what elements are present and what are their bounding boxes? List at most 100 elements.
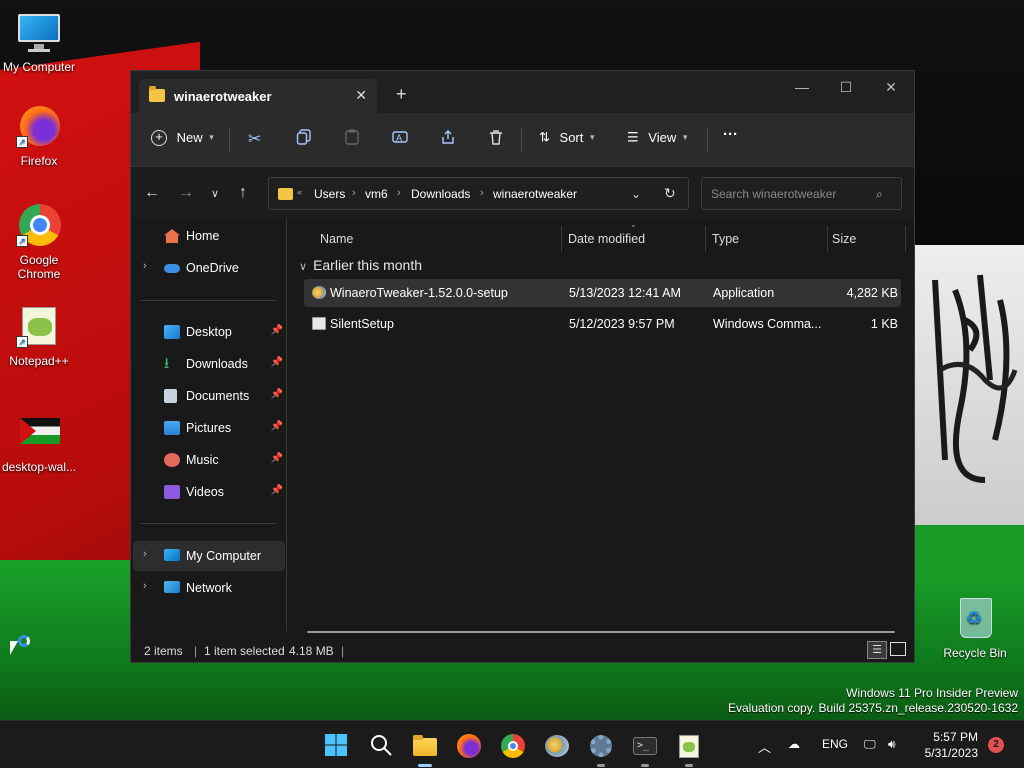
- search-box[interactable]: Search winaerotweaker ⌕: [701, 177, 902, 210]
- sidebar-item-onedrive[interactable]: › OneDrive: [133, 253, 285, 283]
- pin-icon[interactable]: 📌: [271, 325, 283, 336]
- view-button[interactable]: ☰ View ▾: [627, 129, 687, 146]
- more-options-icon[interactable]: ···: [723, 126, 738, 143]
- details-view-icon[interactable]: ☰: [867, 641, 887, 659]
- new-tab-button[interactable]: +: [396, 84, 407, 105]
- search-taskbar-button[interactable]: [369, 733, 395, 759]
- up-arrow-icon[interactable]: ↑: [239, 184, 247, 202]
- network-icon: [164, 581, 180, 593]
- share-icon[interactable]: [440, 129, 456, 148]
- desktop-icon-firefox[interactable]: ↗ Firefox: [0, 104, 78, 168]
- sidebar-item-my-computer[interactable]: › My Computer: [133, 541, 285, 571]
- back-arrow-icon[interactable]: ←: [144, 184, 160, 202]
- maximize-button[interactable]: ☐: [823, 79, 869, 96]
- pin-icon[interactable]: 📌: [271, 421, 283, 432]
- sidebar-item-desktop[interactable]: Desktop 📌: [133, 317, 285, 347]
- address-dropdown-icon[interactable]: ⌄: [631, 187, 641, 201]
- sidebar-item-pictures[interactable]: Pictures 📌: [133, 413, 285, 443]
- paste-icon[interactable]: [344, 129, 360, 148]
- column-header-name[interactable]: Name: [320, 224, 560, 254]
- pin-icon[interactable]: 📌: [271, 485, 283, 496]
- horizontal-scrollbar[interactable]: [307, 631, 895, 633]
- desktop-icon-chrome[interactable]: ↗ Google Chrome: [0, 203, 78, 281]
- selection-size: 4.18 MB: [289, 644, 334, 658]
- expand-chevron-icon[interactable]: ›: [143, 580, 147, 592]
- column-header-type[interactable]: Type: [712, 224, 827, 254]
- folder-icon: [278, 188, 293, 200]
- file-row-winaerotweaker-setup[interactable]: WinaeroTweaker-1.52.0.0-setup 5/13/2023 …: [304, 279, 901, 307]
- pin-icon[interactable]: 📌: [271, 389, 283, 400]
- column-header-size[interactable]: Size: [832, 224, 902, 254]
- breadcrumb-users[interactable]: Users: [314, 187, 345, 201]
- sidebar-item-network[interactable]: › Network: [133, 573, 285, 603]
- taskbar: >_ ︿ ☁ ENG 🖵 🔊︎ 5:57 PM 5/31/2023 2: [0, 720, 1024, 768]
- breadcrumb-vm6[interactable]: vm6: [365, 187, 388, 201]
- address-bar[interactable]: « Users › vm6 › Downloads › winaerotweak…: [268, 177, 689, 210]
- notepadpp-icon: ↗: [16, 304, 62, 350]
- monitor-icon: [16, 10, 62, 56]
- large-icons-view-icon[interactable]: [890, 642, 906, 656]
- breadcrumb-downloads[interactable]: Downloads: [411, 187, 470, 201]
- pin-icon[interactable]: 📌: [271, 357, 283, 368]
- group-header[interactable]: ∨ Earlier this month: [299, 257, 422, 273]
- taskbar-file-explorer[interactable]: [412, 733, 438, 767]
- gear-icon: [590, 735, 612, 757]
- rename-icon[interactable]: A: [392, 129, 408, 148]
- item-count: 2 items: [144, 644, 183, 658]
- download-arrow-icon: ⭳: [164, 355, 170, 372]
- view-lines-icon: ☰: [627, 129, 639, 145]
- close-window-button[interactable]: ✕: [868, 79, 914, 96]
- taskbar-firefox[interactable]: [456, 733, 482, 759]
- taskbar-winaerotweaker[interactable]: [544, 733, 570, 759]
- notification-badge[interactable]: 2: [988, 737, 1004, 753]
- command-script-icon: [312, 317, 326, 330]
- sidebar-item-documents[interactable]: Documents 📌: [133, 381, 285, 411]
- overflow-chevron-icon[interactable]: «: [297, 187, 302, 197]
- onedrive-cloud-icon[interactable]: ☁: [788, 737, 800, 751]
- volume-icon[interactable]: 🔊︎: [888, 737, 896, 752]
- new-button[interactable]: + New ▾: [151, 129, 214, 146]
- pin-icon[interactable]: 📌: [271, 453, 283, 464]
- desktop-icon-notepadpp[interactable]: ↗ Notepad++: [0, 304, 78, 368]
- refresh-icon[interactable]: ↻: [664, 185, 676, 202]
- taskbar-terminal[interactable]: >_: [632, 733, 658, 767]
- breadcrumb-separator-icon: ›: [397, 187, 401, 199]
- sidebar-item-videos[interactable]: Videos 📌: [133, 477, 285, 507]
- column-header-date-modified[interactable]: Date modified ⌄: [568, 220, 705, 254]
- taskbar-chrome[interactable]: [500, 733, 526, 759]
- sidebar-item-music[interactable]: Music 📌: [133, 445, 285, 475]
- taskbar-notepadpp[interactable]: [676, 733, 702, 767]
- search-icon[interactable]: ⌕: [876, 187, 883, 202]
- installer-app-icon: [312, 286, 326, 299]
- expand-chevron-icon[interactable]: ›: [143, 548, 147, 560]
- evaluation-watermark: Windows 11 Pro Insider Preview Evaluatio…: [728, 686, 1018, 715]
- copy-icon[interactable]: [296, 129, 312, 148]
- recent-locations-chevron-icon[interactable]: ∨: [211, 187, 219, 200]
- sidebar-item-home[interactable]: Home: [133, 221, 285, 251]
- minimize-button[interactable]: —: [779, 79, 825, 95]
- start-button[interactable]: [324, 733, 350, 759]
- expand-chevron-icon[interactable]: ›: [143, 260, 147, 272]
- breadcrumb-winaerotweaker[interactable]: winaerotweaker: [493, 187, 577, 201]
- taskbar-settings[interactable]: [588, 733, 614, 767]
- sidebar-item-downloads[interactable]: ⭳ Downloads 📌: [133, 349, 285, 379]
- desktop-icon-wallpaper-file[interactable]: desktop-wal...: [0, 410, 78, 474]
- network-status-icon[interactable]: 🖵: [864, 737, 876, 752]
- sort-button[interactable]: ⇅ Sort ▾: [539, 129, 595, 146]
- chevron-down-icon: ▾: [209, 132, 214, 143]
- language-indicator[interactable]: ENG: [822, 737, 848, 751]
- show-hidden-icons-chevron[interactable]: ︿: [758, 737, 771, 756]
- clock[interactable]: 5:57 PM 5/31/2023: [920, 729, 978, 761]
- desktop-icon-recycle-bin[interactable]: ♻ Recycle Bin: [936, 596, 1014, 660]
- delete-icon[interactable]: [488, 129, 504, 148]
- command-bar: + New ▾ ✂ A ⇅ Sort ▾ ☰ View ▾ ···: [131, 113, 914, 167]
- cut-icon[interactable]: ✂: [248, 129, 261, 149]
- tab-winaerotweaker[interactable]: winaerotweaker ✕: [139, 79, 377, 113]
- forward-arrow-icon[interactable]: →: [178, 184, 194, 202]
- file-row-silentsetup[interactable]: SilentSetup 5/12/2023 9:57 PM Windows Co…: [304, 310, 901, 338]
- firefox-icon: ↗: [16, 104, 62, 150]
- close-tab-icon[interactable]: ✕: [355, 87, 367, 104]
- home-icon: [164, 229, 180, 243]
- desktop-icon-my-computer[interactable]: My Computer: [0, 10, 78, 74]
- folder-icon: [149, 86, 165, 102]
